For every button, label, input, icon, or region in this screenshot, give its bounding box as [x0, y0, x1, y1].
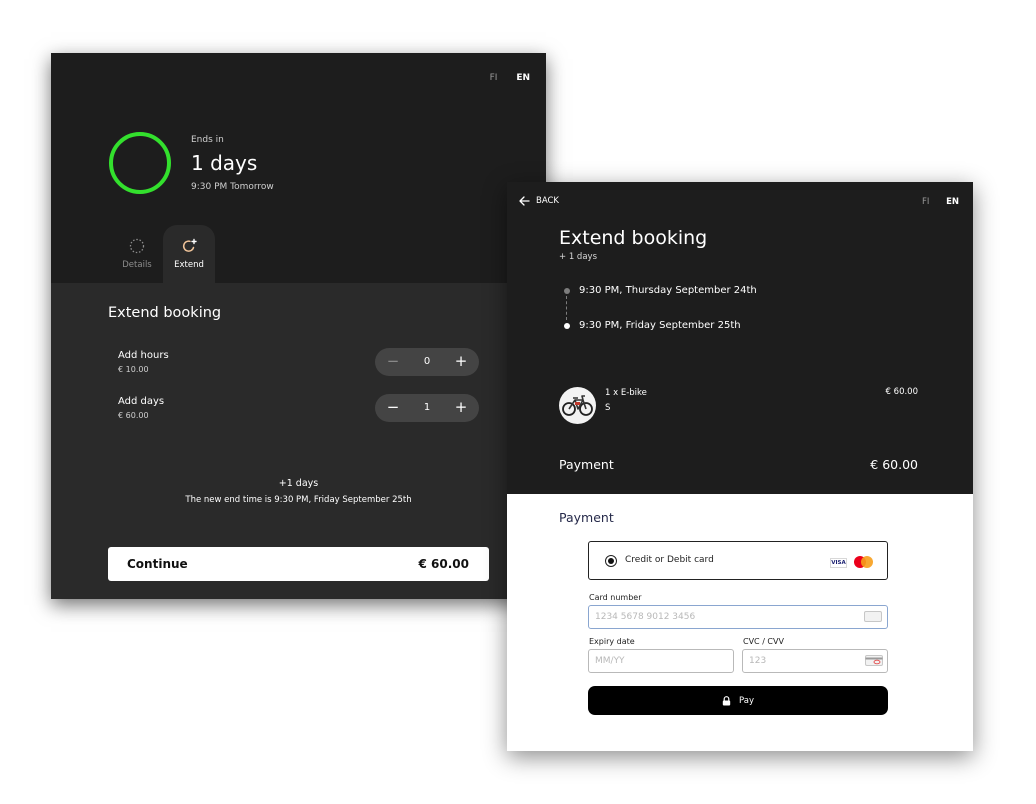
lang-en[interactable]: EN: [946, 197, 959, 207]
days-increment-button[interactable]: +: [453, 394, 469, 422]
days-decrement-button[interactable]: −: [385, 394, 401, 422]
extend-panel: FI EN Ends in 1 days 9:30 PM Tomorrow De…: [51, 53, 546, 599]
days-stepper: − 1 +: [375, 394, 479, 422]
order-summary: BACK FI EN Extend booking + 1 days 9:30 …: [507, 182, 973, 494]
ebike-thumbnail: [559, 387, 596, 424]
add-hours-row: Add hours € 10.00 − 0 +: [118, 348, 479, 380]
refresh-plus-icon: [182, 238, 197, 252]
summary-new-end: The new end time is 9:30 PM, Friday Sept…: [185, 495, 412, 505]
item-size: S: [605, 403, 611, 413]
summary-days: +1 days: [278, 478, 319, 489]
payment-total: € 60.00: [870, 457, 918, 472]
add-days-price: € 60.00: [118, 411, 149, 420]
card-number-label: Card number: [589, 593, 642, 602]
pay-label: Pay: [739, 695, 754, 706]
continue-button[interactable]: Continue € 60.00: [108, 547, 489, 581]
page-subtitle: + 1 days: [559, 252, 597, 262]
arrow-left-icon: [519, 196, 530, 206]
hours-value: 0: [423, 356, 431, 367]
booking-tabs: Details Extend: [111, 225, 215, 283]
timeline-connector: [566, 296, 567, 320]
section-title: Extend booking: [108, 305, 222, 321]
page-title: Extend booking: [559, 227, 708, 249]
language-switcher: FI EN: [474, 73, 530, 83]
lang-fi[interactable]: FI: [490, 73, 498, 83]
add-days-row: Add days € 60.00 − 1 +: [118, 394, 479, 426]
tab-extend-label: Extend: [174, 260, 204, 270]
item-name: 1 x E-bike: [605, 388, 647, 398]
add-hours-price: € 10.00: [118, 365, 149, 374]
card-payment-option[interactable]: Credit or Debit card VISA: [588, 541, 888, 580]
payment-label: Payment: [559, 457, 614, 472]
old-end-time: 9:30 PM, Thursday September 24th: [579, 285, 757, 296]
add-days-label: Add days: [118, 396, 165, 407]
back-label: BACK: [536, 196, 560, 206]
continue-price: € 60.00: [418, 557, 469, 571]
expiry-input[interactable]: [588, 649, 734, 673]
lang-fi[interactable]: FI: [922, 197, 929, 207]
ends-in-label: Ends in: [191, 135, 224, 145]
card-number-input[interactable]: [588, 605, 888, 629]
tab-details-label: Details: [122, 260, 152, 270]
card-icon: [864, 611, 882, 622]
ebike-image: [562, 395, 593, 416]
back-button[interactable]: BACK: [519, 196, 559, 206]
lang-en[interactable]: EN: [516, 73, 530, 83]
cvc-card-icon: [865, 655, 883, 666]
dotted-circle-icon: [129, 238, 145, 254]
expiry-label: Expiry date: [589, 637, 635, 646]
pay-button[interactable]: Pay: [588, 686, 888, 715]
card-option-radio[interactable]: [605, 555, 617, 567]
time-remaining-ring: [109, 132, 171, 194]
days-value: 1: [423, 402, 431, 413]
item-price: € 60.00: [885, 387, 918, 397]
mastercard-icon: [854, 556, 873, 568]
add-hours-label: Add hours: [118, 350, 169, 361]
extend-content: Extend booking Add hours € 10.00 − 0 + A…: [51, 283, 546, 599]
payment-panel: BACK FI EN Extend booking + 1 days 9:30 …: [507, 182, 973, 751]
lock-icon: [722, 695, 731, 705]
old-end-dot: [564, 288, 570, 294]
continue-label: Continue: [127, 557, 188, 571]
new-end-dot: [564, 323, 570, 329]
payment-form-title: Payment: [559, 510, 614, 525]
hours-decrement-button[interactable]: −: [385, 348, 401, 376]
card-option-label: Credit or Debit card: [625, 555, 714, 565]
ends-time: 9:30 PM Tomorrow: [191, 182, 274, 192]
new-end-time: 9:30 PM, Friday September 25th: [579, 320, 741, 331]
cvc-label: CVC / CVV: [743, 637, 784, 646]
hours-increment-button[interactable]: +: [453, 348, 469, 376]
tab-extend[interactable]: Extend: [163, 225, 215, 283]
visa-icon: VISA: [830, 558, 847, 568]
ends-in-value: 1 days: [191, 151, 258, 175]
language-switcher: FI EN: [908, 197, 959, 207]
tab-details[interactable]: Details: [111, 225, 163, 283]
hours-stepper: − 0 +: [375, 348, 479, 376]
